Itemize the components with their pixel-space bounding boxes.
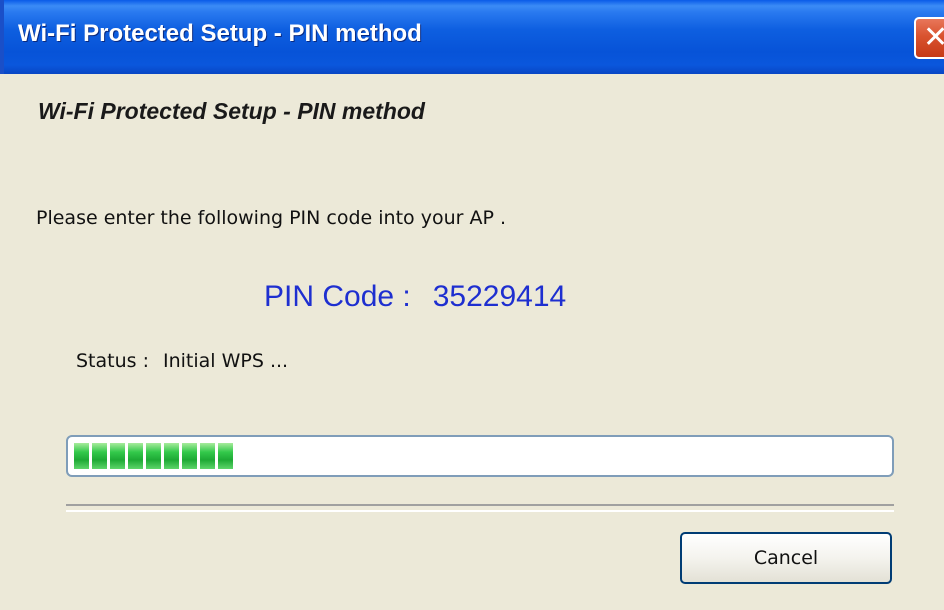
progress-segment [146,443,161,469]
close-button[interactable]: ✕ [914,17,944,59]
progress-fill [74,443,233,469]
status-label: Status : [76,350,149,372]
close-icon: ✕ [923,20,944,55]
title-bar[interactable]: Wi-Fi Protected Setup - PIN method ✕ [0,0,944,74]
progress-segment [218,443,233,469]
separator [66,504,894,512]
status-line: Status : Initial WPS ... [76,350,288,372]
progress-bar [66,435,894,477]
progress-segment [110,443,125,469]
instruction-text: Please enter the following PIN code into… [36,207,506,229]
wps-pin-dialog: Wi-Fi Protected Setup - PIN method ✕ Wi-… [0,0,944,610]
progress-segment [128,443,143,469]
dialog-heading: Wi-Fi Protected Setup - PIN method [38,98,425,124]
pin-code-value: 35229414 [432,280,567,313]
progress-segment [164,443,179,469]
pin-code-display: PIN Code : 35229414 [264,280,566,314]
progress-segment [92,443,107,469]
progress-segment [182,443,197,469]
window-title: Wi-Fi Protected Setup - PIN method [18,20,422,47]
status-value: Initial WPS ... [163,350,289,372]
pin-code-label: PIN Code : [264,280,411,313]
progress-segment [74,443,89,469]
progress-segment [200,443,215,469]
cancel-button[interactable]: Cancel [680,532,892,584]
